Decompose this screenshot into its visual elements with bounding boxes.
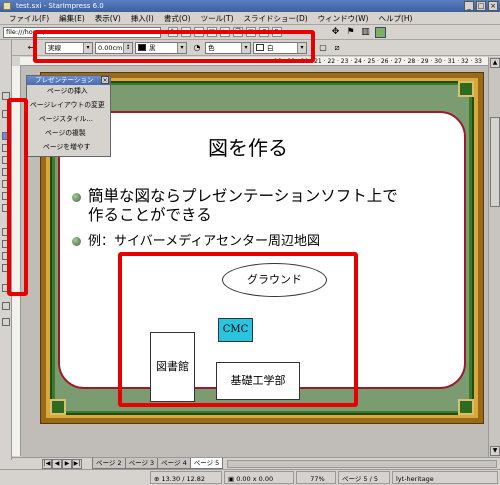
menu-help[interactable]: ヘルプ(H): [373, 12, 417, 24]
statusbar: ⊕ 13.30 / 12.82 ▣ 0.00 x 0.00 77% ページ 5 …: [0, 469, 500, 485]
vertical-scrollbar[interactable]: ▲ ▼: [488, 57, 500, 457]
3d-controller-icon[interactable]: [2, 318, 10, 326]
window-title: test.sxi - StarImpress 6.0: [16, 2, 104, 10]
highlight-left-toolbar: [7, 98, 28, 296]
panel-title: プレゼンテーション: [35, 76, 94, 84]
scroll-thumb[interactable]: [490, 117, 500, 207]
navigator-icon[interactable]: ✥: [330, 27, 341, 38]
status-position: ⊕ 13.30 / 12.82: [150, 471, 222, 484]
tab-page-2[interactable]: ページ 2: [92, 458, 126, 469]
shadow-icon[interactable]: ▢: [318, 43, 328, 53]
bullet-1-line-2: 作ることができる: [88, 206, 212, 224]
datasource-icon[interactable]: ▥: [360, 27, 371, 38]
change-layout-button[interactable]: ページレイアウトの変更: [30, 100, 105, 111]
highlight-format-toolbar: [33, 30, 315, 63]
menu-format[interactable]: 書式(O): [159, 12, 196, 24]
frame-corner-ornament: [458, 81, 474, 97]
page-style-button[interactable]: ページスタイル...: [39, 114, 93, 125]
bullet-dot-icon: [72, 237, 81, 246]
menu-edit[interactable]: 編集(E): [54, 12, 90, 24]
position-size-icon[interactable]: ⧄: [332, 43, 342, 53]
presentation-panel: プレゼンテーション × ページの挿入 ページレイアウトの変更 ページスタイル..…: [26, 75, 111, 157]
scroll-down-icon[interactable]: ▼: [490, 446, 500, 456]
close-icon[interactable]: ×: [101, 76, 109, 84]
scroll-up-icon[interactable]: ▲: [490, 58, 500, 68]
menu-insert[interactable]: 挿入(I): [126, 12, 159, 24]
bullet-2-text: 例：サイバーメディアセンター周辺地図: [88, 234, 321, 249]
image-icon[interactable]: [375, 27, 386, 38]
menu-file[interactable]: ファイル(F): [4, 12, 54, 24]
horizontal-scrollbar[interactable]: [227, 460, 497, 468]
tab-page-5[interactable]: ページ 5: [189, 458, 224, 469]
expand-page-button[interactable]: ページを増やす: [43, 142, 90, 153]
gallery-icon[interactable]: ⚑: [345, 27, 356, 38]
insert-page-button[interactable]: ページの挿入: [47, 86, 88, 97]
position-icon: ⊕: [154, 475, 162, 483]
bullet-2[interactable]: 例：サイバーメディアセンター周辺地図: [72, 232, 402, 250]
maximize-button[interactable]: □: [476, 1, 486, 11]
prev-page-icon[interactable]: ◀: [52, 459, 62, 469]
close-button[interactable]: ×: [488, 1, 498, 11]
frame-corner-ornament: [50, 399, 66, 415]
bullet-1[interactable]: 簡単な図ならプレゼンテーションソフト上で 作ることができる: [72, 187, 462, 227]
bullet-dot-icon: [72, 193, 81, 202]
duplicate-page-button[interactable]: ページの複製: [45, 128, 86, 139]
tab-page-3[interactable]: ページ 3: [124, 458, 159, 469]
menu-slideshow[interactable]: スライドショー(D): [239, 12, 313, 24]
status-layout: lyt-heritage: [392, 471, 498, 484]
position-value: 13.30 / 12.82: [161, 475, 206, 483]
menu-window[interactable]: ウィンドウ(W): [313, 12, 374, 24]
status-zoom[interactable]: 77%: [296, 471, 336, 484]
size-value: 0.00 x 0.00: [236, 475, 274, 483]
interaction-icon[interactable]: [2, 302, 10, 310]
last-page-icon[interactable]: ▶|: [72, 459, 82, 469]
app-icon: [3, 2, 11, 10]
menu-view[interactable]: 表示(V): [90, 12, 126, 24]
tab-page-4[interactable]: ページ 4: [157, 458, 191, 469]
window-titlebar: test.sxi - StarImpress 6.0 _ □ ×: [0, 0, 500, 12]
frame-corner-ornament: [458, 399, 474, 415]
slide-title[interactable]: 図を作る: [208, 136, 308, 160]
bullet-1-line-1: 簡単な図ならプレゼンテーションソフト上で: [88, 187, 398, 205]
menu-tools[interactable]: ツール(T): [196, 12, 239, 24]
size-icon: ▣: [228, 475, 237, 483]
page-tabbar: |◀ ◀ ▶ ▶| ページ 2 ページ 3 ページ 4 ページ 5: [12, 457, 500, 469]
highlight-map-drawing: [118, 252, 358, 407]
status-size: ▣ 0.00 x 0.00: [224, 471, 294, 484]
status-page: ページ 5 / 5: [338, 471, 390, 484]
panel-titlebar[interactable]: プレゼンテーション ×: [27, 76, 110, 85]
next-page-icon[interactable]: ▶: [62, 459, 72, 469]
minimize-button[interactable]: _: [464, 1, 474, 11]
menubar: ファイル(F) 編集(E) 表示(V) 挿入(I) 書式(O) ツール(T) ス…: [0, 12, 500, 25]
first-page-icon[interactable]: |◀: [42, 459, 52, 469]
